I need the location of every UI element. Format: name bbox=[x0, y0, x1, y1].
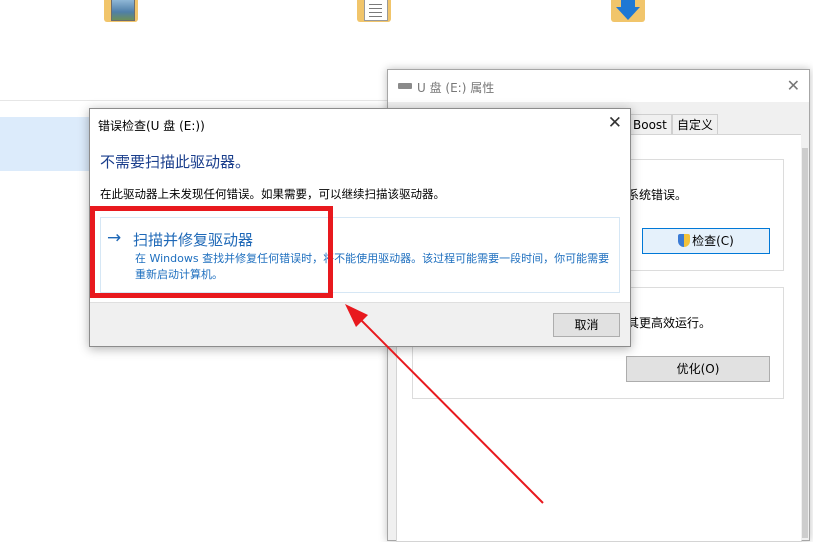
scrollbar-thumb[interactable] bbox=[802, 148, 808, 538]
check-button-label: 检查(C) bbox=[692, 234, 734, 248]
dialog-footer bbox=[90, 302, 630, 346]
downloads-folder-icon[interactable] bbox=[609, 0, 647, 22]
error-check-dialog: 错误检查(U 盘 (E:)) ✕ 不需要扫描此驱动器。 在此驱动器上未发现任何错… bbox=[89, 108, 631, 347]
properties-close-icon[interactable]: ✕ bbox=[787, 76, 800, 95]
scan-and-repair-option[interactable]: → 扫描并修复驱动器 在 Windows 查找并修复任何错误时，将不能使用驱动器… bbox=[100, 217, 620, 293]
properties-title: U 盘 (E:) 属性 bbox=[417, 81, 495, 95]
optimize-button[interactable]: 优化(O) bbox=[626, 356, 770, 382]
tab-boost[interactable]: Boost bbox=[628, 114, 672, 135]
check-button[interactable]: 检查(C) bbox=[642, 228, 770, 254]
scan-and-repair-description: 在 Windows 查找并修复任何错误时，将不能使用驱动器。该过程可能需要一段时… bbox=[135, 252, 610, 281]
explorer-divider bbox=[0, 100, 388, 101]
dialog-info-text: 在此驱动器上未发现任何错误。如果需要，可以继续扫描该驱动器。 bbox=[100, 187, 445, 201]
scan-and-repair-title: 扫描并修复驱动器 bbox=[133, 231, 254, 249]
arrow-right-icon: → bbox=[107, 228, 122, 248]
dialog-title: 错误检查(U 盘 (E:)) bbox=[98, 119, 205, 133]
properties-titlebar[interactable]: U 盘 (E:) 属性 ✕ bbox=[388, 70, 809, 102]
dialog-heading: 不需要扫描此驱动器。 bbox=[100, 153, 251, 171]
cancel-button[interactable]: 取消 bbox=[553, 313, 620, 337]
uac-shield-icon bbox=[678, 234, 691, 247]
error-check-text: 系统错误。 bbox=[627, 188, 688, 202]
usb-drive-icon bbox=[398, 83, 412, 89]
explorer-selected-row[interactable] bbox=[0, 117, 89, 171]
optimize-text: 其更高效运行。 bbox=[627, 316, 712, 330]
dialog-close-icon[interactable]: ✕ bbox=[608, 113, 622, 133]
tab-customize[interactable]: 自定义 bbox=[672, 114, 719, 135]
documents-folder-icon[interactable] bbox=[355, 0, 393, 22]
pictures-folder-icon[interactable] bbox=[102, 0, 140, 22]
